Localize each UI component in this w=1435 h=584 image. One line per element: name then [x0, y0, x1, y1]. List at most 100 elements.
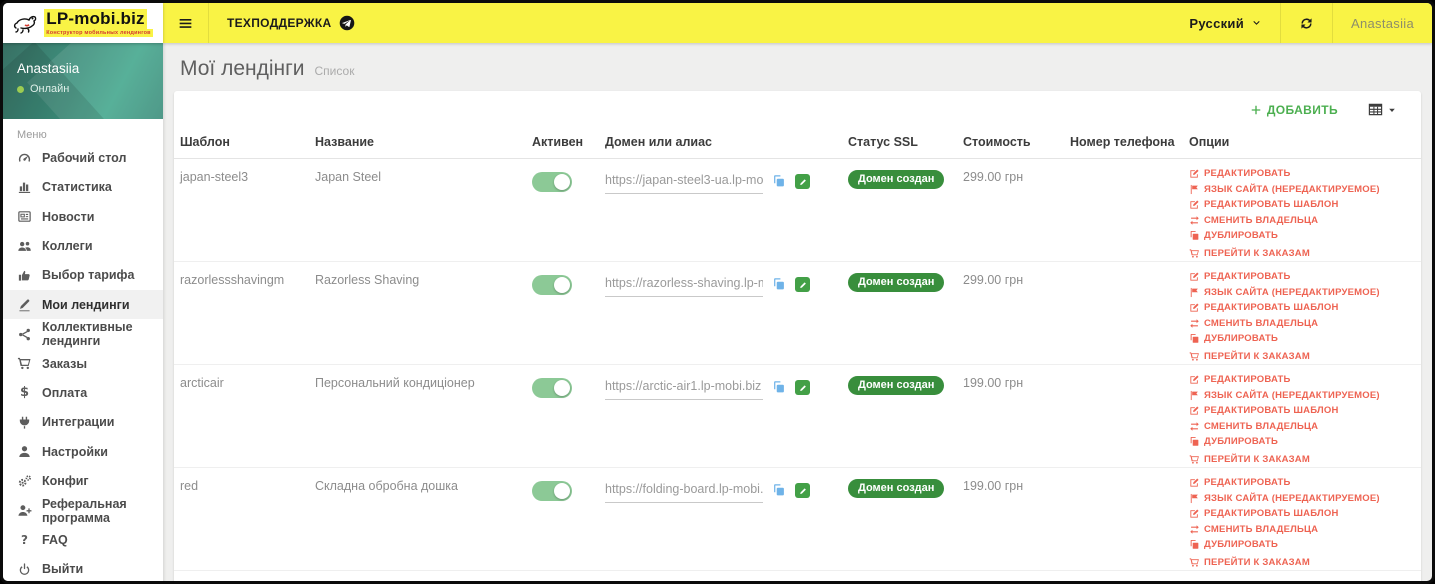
option-редактировать-шаблон[interactable]: РЕДАКТИРОВАТЬ ШАБЛОН — [1189, 508, 1413, 519]
option-сменить-владельца[interactable]: СМЕНИТЬ ВЛАДЕЛЬЦА — [1189, 421, 1413, 432]
sidebar-item-tariff[interactable]: Выбор тарифа — [3, 261, 163, 290]
ssl-status-badge: Домен создан — [848, 273, 945, 292]
option-редактировать[interactable]: РЕДАКТИРОВАТЬ — [1189, 477, 1413, 488]
option-label: РЕДАКТИРОВАТЬ — [1204, 477, 1291, 488]
telegram-icon — [339, 15, 355, 31]
topbar: LP-mobi.biz Конструктор мобильных лендин… — [3, 3, 1432, 43]
sidebar-item-my-landings[interactable]: Мои лендинги — [3, 290, 163, 320]
cell-domain — [605, 262, 848, 364]
option-перейти-к-заказам[interactable]: ПЕРЕЙТИ К ЗАКАЗАМ — [1189, 246, 1413, 261]
option-дублировать[interactable]: ДУБЛИРОВАТЬ — [1189, 333, 1413, 344]
refresh-button[interactable] — [1281, 3, 1332, 43]
domain-input[interactable] — [605, 273, 763, 297]
cell-price: 199.00 грн — [963, 479, 1024, 493]
option-label: СМЕНИТЬ ВЛАДЕЛЬЦА — [1204, 420, 1319, 432]
sidebar-item-label: Оплата — [42, 385, 88, 400]
option-редактировать-шаблон[interactable]: РЕДАКТИРОВАТЬ ШАБЛОН — [1189, 302, 1413, 313]
sidebar-item-payment[interactable]: $ Оплата — [3, 378, 163, 407]
sidebar-toggle-button[interactable] — [163, 3, 208, 43]
option-редактировать[interactable]: РЕДАКТИРОВАТЬ — [1189, 168, 1413, 179]
language-dropdown[interactable]: Русский — [1171, 3, 1280, 43]
sidebar-item-colleagues[interactable]: Коллеги — [3, 231, 163, 260]
table-view-button[interactable] — [1368, 102, 1397, 117]
sidebar-item-settings[interactable]: Настройки — [3, 437, 163, 466]
option-редактировать[interactable]: РЕДАКТИРОВАТЬ — [1189, 271, 1413, 282]
option-язык-сайта-нередактируемое-[interactable]: ЯЗЫК САЙТА (НЕРЕДАКТИРУЕМОЕ) — [1189, 287, 1413, 298]
option-дублировать[interactable]: ДУБЛИРОВАТЬ — [1189, 436, 1413, 447]
logo[interactable]: LP-mobi.biz Конструктор мобильных лендин… — [3, 3, 163, 43]
copy-domain-icon[interactable] — [772, 380, 786, 394]
sidebar-item-dashboard[interactable]: Рабочий стол — [3, 143, 163, 172]
cell-name: Чоловічі кросівки — [315, 571, 532, 581]
cell-domain — [605, 159, 848, 261]
option-label: ПЕРЕЙТИ К ЗАКАЗАМ — [1204, 350, 1310, 362]
table-grid-icon — [1368, 102, 1383, 117]
cell-active — [532, 365, 605, 467]
copy-domain-icon[interactable] — [772, 174, 786, 188]
sidebar-item-config[interactable]: Конфиг — [3, 466, 163, 495]
option-редактировать[interactable]: РЕДАКТИРОВАТЬ — [1189, 374, 1413, 385]
option-сменить-владельца[interactable]: СМЕНИТЬ ВЛАДЕЛЬЦА — [1189, 524, 1413, 535]
support-button[interactable]: ТЕХПОДДЕРЖКА — [209, 3, 373, 43]
copy-domain-icon[interactable] — [772, 277, 786, 291]
option-label: ЯЗЫК САЙТА (НЕРЕДАКТИРУЕМОЕ) — [1204, 492, 1380, 504]
cell-domain — [605, 365, 848, 467]
news-icon — [17, 209, 32, 224]
cell-price: 499.00 грн — [963, 571, 1070, 581]
add-landing-button[interactable]: ДОБАВИТЬ — [1250, 103, 1338, 117]
exchange-icon — [1189, 524, 1200, 535]
user-plus-icon — [17, 503, 32, 518]
edit-domain-icon[interactable] — [795, 483, 810, 498]
option-дублировать[interactable]: ДУБЛИРОВАТЬ — [1189, 230, 1413, 241]
flag-icon — [1189, 493, 1200, 504]
exchange-icon — [1189, 215, 1200, 226]
active-toggle[interactable] — [532, 378, 572, 398]
share-icon — [17, 327, 32, 342]
cell-name: Складна обробна дошка — [315, 479, 458, 493]
edit-icon — [1189, 302, 1200, 313]
cell-ssl-status: Домен создан — [848, 468, 963, 570]
active-toggle[interactable] — [532, 481, 572, 501]
flag-icon — [1189, 390, 1200, 401]
cell-phone — [1070, 262, 1189, 364]
sidebar-item-news[interactable]: Новости — [3, 202, 163, 231]
option-редактировать[interactable]: РЕДАКТИРОВАТЬ — [1189, 580, 1413, 581]
active-toggle[interactable] — [532, 172, 572, 192]
sidebar-item-logout[interactable]: Выйти — [3, 555, 163, 581]
copy-icon — [1189, 230, 1200, 241]
option-перейти-к-заказам[interactable]: ПЕРЕЙТИ К ЗАКАЗАМ — [1189, 555, 1413, 570]
ssl-status-badge: Домен создан — [848, 479, 945, 498]
cart-icon — [1189, 555, 1200, 570]
sidebar-item-collective-landings[interactable]: Коллективные лендинги — [3, 319, 163, 348]
thumb-icon — [17, 268, 32, 283]
option-дублировать[interactable]: ДУБЛИРОВАТЬ — [1189, 539, 1413, 550]
sidebar-item-referral[interactable]: Реферальная программа — [3, 496, 163, 525]
user-menu[interactable]: Anastasiia — [1333, 3, 1432, 43]
sidebar-item-faq[interactable]: ? FAQ — [3, 525, 163, 554]
sidebar-item-statistics[interactable]: Статистика — [3, 173, 163, 202]
domain-input[interactable] — [605, 170, 763, 194]
option-редактировать-шаблон[interactable]: РЕДАКТИРОВАТЬ ШАБЛОН — [1189, 199, 1413, 210]
active-toggle[interactable] — [532, 275, 572, 295]
edit-domain-icon[interactable] — [795, 174, 810, 189]
cell-active — [532, 571, 605, 581]
cell-phone — [1070, 468, 1189, 570]
option-язык-сайта-нередактируемое-[interactable]: ЯЗЫК САЙТА (НЕРЕДАКТИРУЕМОЕ) — [1189, 390, 1413, 401]
logo-text: LP-mobi.biz Конструктор мобильных лендин… — [44, 9, 153, 37]
option-перейти-к-заказам[interactable]: ПЕРЕЙТИ К ЗАКАЗАМ — [1189, 349, 1413, 364]
username-label: Anastasiia — [1351, 15, 1414, 31]
option-язык-сайта-нередактируемое-[interactable]: ЯЗЫК САЙТА (НЕРЕДАКТИРУЕМОЕ) — [1189, 184, 1413, 195]
edit-domain-icon[interactable] — [795, 277, 810, 292]
option-label: ЯЗЫК САЙТА (НЕРЕДАКТИРУЕМОЕ) — [1204, 183, 1380, 195]
sidebar-item-integrations[interactable]: Интеграции — [3, 408, 163, 437]
sidebar-item-orders[interactable]: Заказы — [3, 349, 163, 378]
domain-input[interactable] — [605, 479, 763, 503]
option-сменить-владельца[interactable]: СМЕНИТЬ ВЛАДЕЛЬЦА — [1189, 215, 1413, 226]
domain-input[interactable] — [605, 376, 763, 400]
copy-domain-icon[interactable] — [772, 483, 786, 497]
edit-domain-icon[interactable] — [795, 380, 810, 395]
option-язык-сайта-нередактируемое-[interactable]: ЯЗЫК САЙТА (НЕРЕДАКТИРУЕМОЕ) — [1189, 493, 1413, 504]
option-сменить-владельца[interactable]: СМЕНИТЬ ВЛАДЕЛЬЦА — [1189, 318, 1413, 329]
option-редактировать-шаблон[interactable]: РЕДАКТИРОВАТЬ ШАБЛОН — [1189, 405, 1413, 416]
option-перейти-к-заказам[interactable]: ПЕРЕЙТИ К ЗАКАЗАМ — [1189, 452, 1413, 467]
